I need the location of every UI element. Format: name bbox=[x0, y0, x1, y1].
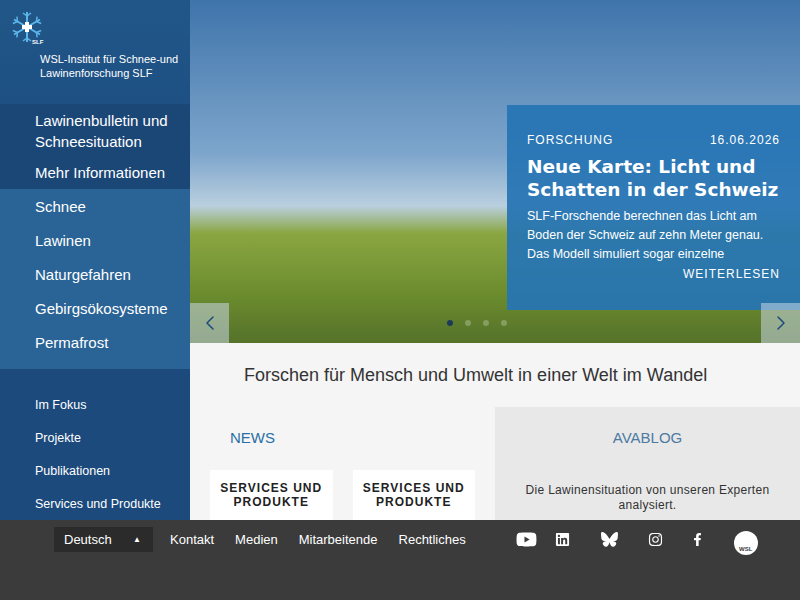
slide-dot[interactable] bbox=[447, 320, 453, 326]
facebook-link[interactable] bbox=[680, 533, 716, 546]
slf-snowflake-icon bbox=[10, 10, 44, 44]
linkedin-link[interactable] bbox=[538, 532, 588, 547]
slide-dot[interactable] bbox=[483, 320, 489, 326]
bluesky-link[interactable] bbox=[588, 532, 632, 547]
link-nav-item[interactable]: Projekte bbox=[0, 421, 190, 454]
wsl-logo[interactable]: WSL bbox=[734, 531, 758, 555]
footer-links: Kontakt Medien Mitarbeitende Rechtliches bbox=[170, 527, 466, 552]
hero-body: SLF-Forschende berechnen das Licht am Bo… bbox=[527, 207, 780, 264]
footer-link[interactable]: Rechtliches bbox=[399, 532, 466, 547]
topic-nav: SchneeLawinenNaturgefahrenGebirgsökosyst… bbox=[0, 189, 190, 369]
logo-mark: SLF bbox=[10, 10, 50, 50]
instagram-icon bbox=[648, 532, 663, 547]
previous-slide-button[interactable] bbox=[190, 303, 229, 343]
logo-text: WSL-Institut für Schnee-und Lawinenforsc… bbox=[10, 52, 182, 80]
tagline: Forschen für Mensch und Umwelt in einer … bbox=[190, 343, 800, 407]
footer-link[interactable]: Mitarbeitende bbox=[299, 532, 378, 547]
link-nav-item[interactable]: Services und Produkte bbox=[0, 487, 190, 520]
news-card[interactable]: SERVICES UND PRODUKTE bbox=[210, 470, 333, 520]
news-cards: SERVICES UND PRODUKTE SERVICES UND PRODUK… bbox=[210, 470, 475, 520]
sidebar: SLF WSL-Institut für Schnee-und Lawinenfo… bbox=[0, 0, 190, 520]
footer-link[interactable]: Kontakt bbox=[170, 532, 214, 547]
main: SLF WSL-Institut für Schnee-und Lawinenfo… bbox=[0, 0, 800, 520]
avablog-text: Die Lawinensituation von unseren Experte… bbox=[515, 483, 780, 513]
logo[interactable]: SLF WSL-Institut für Schnee-und Lawinenfo… bbox=[0, 0, 190, 104]
chevron-left-icon bbox=[198, 311, 222, 335]
topic-nav-item[interactable]: Permafrost bbox=[0, 325, 190, 359]
news-section: NEWSSERVICES UND PRODUKTESERVICES UND PR… bbox=[190, 407, 495, 520]
topic-nav-item[interactable]: Naturgefahren bbox=[0, 257, 190, 291]
primary-nav-item[interactable]: Lawinenbulletin und Schneesituation bbox=[0, 110, 190, 152]
avablog-section: AVABLOG Die Lawinensituation von unseren … bbox=[495, 407, 800, 520]
news-title[interactable]: NEWS bbox=[210, 429, 475, 446]
instagram-link[interactable] bbox=[632, 532, 680, 547]
hero-carousel: FORSCHUNG 16.06.2026 Neue Karte: Licht und… bbox=[190, 0, 800, 343]
next-slide-button[interactable] bbox=[761, 303, 800, 343]
hero-meta: FORSCHUNG 16.06.2026 bbox=[527, 133, 780, 147]
chevron-right-icon bbox=[769, 311, 793, 335]
primary-nav-item[interactable]: Mehr Informationen bbox=[0, 162, 190, 183]
link-nav-item[interactable]: Im Fokus bbox=[0, 388, 190, 421]
footer-link[interactable]: Medien bbox=[235, 532, 278, 547]
link-nav-item[interactable]: Publikationen bbox=[0, 454, 190, 487]
logo-badge: SLF bbox=[32, 39, 43, 45]
content: FORSCHUNG 16.06.2026 Neue Karte: Licht und… bbox=[190, 0, 800, 520]
link-nav: Im FokusProjektePublikationenServices un… bbox=[0, 369, 190, 520]
hero-caption: FORSCHUNG 16.06.2026 Neue Karte: Licht und… bbox=[507, 105, 800, 310]
page: SLF WSL-Institut für Schnee-und Lawinenfo… bbox=[0, 0, 800, 600]
read-more-link[interactable]: WEITERLESEN bbox=[683, 267, 780, 281]
avablog-title[interactable]: AVABLOG bbox=[515, 429, 780, 446]
language-value: Deutsch bbox=[64, 532, 112, 547]
linkedin-icon bbox=[555, 532, 570, 547]
language-select[interactable]: Deutsch ▲ bbox=[54, 527, 153, 552]
hero-date: 16.06.2026 bbox=[710, 133, 780, 147]
wsl-logo-text: WSL bbox=[739, 546, 752, 552]
slide-dot[interactable] bbox=[465, 320, 471, 326]
youtube-icon bbox=[516, 529, 537, 550]
language-arrow: ▲ bbox=[133, 535, 141, 544]
primary-nav: Lawinenbulletin und Schneesituation Mehr … bbox=[0, 104, 190, 189]
hero-title[interactable]: Neue Karte: Licht und Schatten in der Sc… bbox=[527, 155, 780, 201]
slide-dots bbox=[447, 320, 507, 326]
hero-category: FORSCHUNG bbox=[527, 133, 613, 147]
footer: Deutsch ▲ Kontakt Medien Mitarbeitende Rechtl… bbox=[0, 520, 800, 600]
slide-dot[interactable] bbox=[501, 320, 507, 326]
teaser-columns: NEWSSERVICES UND PRODUKTESERVICES UND PR… bbox=[190, 407, 800, 520]
topic-nav-item[interactable]: Lawinen bbox=[0, 223, 190, 257]
facebook-icon bbox=[691, 533, 704, 546]
topic-nav-item[interactable]: Gebirgsökosysteme bbox=[0, 291, 190, 325]
bluesky-icon bbox=[601, 532, 618, 547]
youtube-link[interactable] bbox=[516, 529, 538, 550]
topic-nav-item[interactable]: Schnee bbox=[0, 189, 190, 223]
news-card[interactable]: SERVICES UND PRODUKTE bbox=[353, 470, 476, 520]
social-links: WSL bbox=[516, 527, 758, 552]
